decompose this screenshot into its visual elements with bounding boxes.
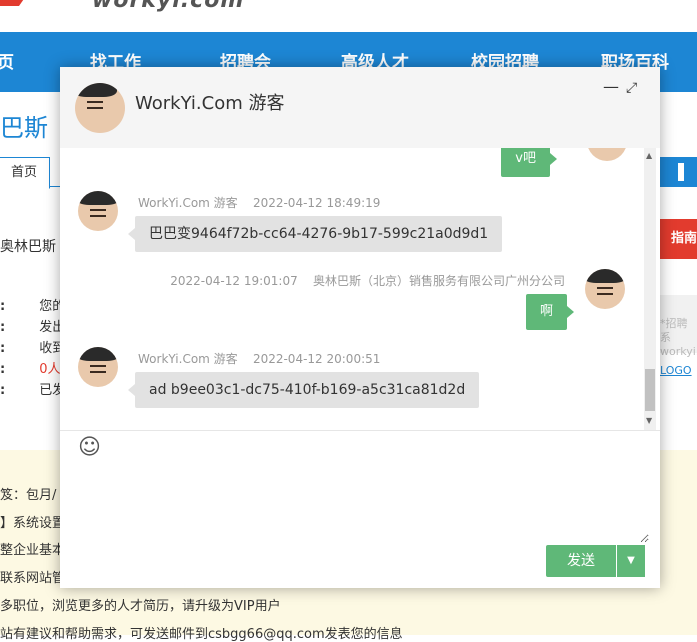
company-short-name: 奥林巴斯 [0, 239, 56, 255]
visitor-avatar [75, 83, 125, 133]
stats-row: : 发出 [0, 320, 66, 335]
notice-line: 】系统设置 [0, 516, 66, 531]
scroll-up-icon[interactable]: ▲ [646, 151, 652, 160]
message-bubble-left: ad b9ee03c1-dc75-410f-b169-a5c31ca81d2d [127, 372, 480, 408]
notice-line: 站有建议和帮助需求，可发送邮件到csbgg66@qq.com发表您的信息 [0, 627, 403, 642]
site-logo-text[interactable]: workyi.com [92, 0, 244, 13]
logo-link[interactable]: LOGO [660, 364, 697, 377]
stats-list: : 您的 : 发出 : 收到 :0人 : 已发 [0, 296, 65, 401]
notice-line: 联系网站管 [0, 571, 66, 586]
stats-row: : 您的 [0, 299, 66, 314]
message-meta: WorkYi.Com 游客 2022-04-12 20:00:51 [138, 352, 381, 366]
recruit-logo-box: *招聘系 workyi. [660, 295, 697, 358]
message-input[interactable] [75, 467, 649, 543]
dropdown-arrow-icon[interactable]: ▼ [616, 545, 645, 577]
site-header: workyi.com [0, 0, 697, 32]
chat-title: WorkYi.Com 游客 [135, 93, 285, 114]
visitor-avatar [78, 347, 118, 387]
message-bubble-right: v吧 [501, 148, 557, 177]
message-meta: 2022-04-12 19:01:07 奥林巴斯（北京）销售服务有限公司广州分公… [170, 274, 565, 288]
message-bubble-right: 啊 [525, 294, 575, 330]
tab-home[interactable]: 首页 [0, 157, 50, 189]
stats-row: :0人 [0, 362, 61, 377]
stats-row: : 收到 [0, 341, 66, 356]
message-bubble-left: 巴巴变9464f72b-cc64-4276-9b17-599c21a0d9d1 [127, 216, 503, 252]
notice-line: 笈：包月/ [0, 488, 57, 503]
chat-window: WorkYi.Com 游客 — ⤢ v吧 WorkYi.Com 游客 2022-… [60, 67, 660, 588]
emoji-icon[interactable]: ☺ [78, 435, 101, 460]
notice-line: 整企业基本 [0, 543, 66, 558]
maximize-icon[interactable]: ⤢ [626, 80, 637, 96]
message-meta: WorkYi.Com 游客 2022-04-12 18:49:19 [138, 196, 381, 210]
site-logo-mark [0, 0, 34, 6]
nav-item-home[interactable]: 页 [0, 48, 14, 73]
input-divider [60, 430, 660, 431]
company-avatar [585, 269, 625, 309]
message-list[interactable]: v吧 WorkYi.Com 游客 2022-04-12 18:49:19 巴巴变… [60, 148, 642, 430]
guide-button[interactable]: 指南>> [655, 219, 697, 286]
scroll-down-icon[interactable]: ▼ [646, 416, 652, 425]
chat-header[interactable]: WorkYi.Com 游客 — ⤢ [60, 67, 660, 148]
company-avatar [587, 148, 627, 161]
visitor-avatar [78, 191, 118, 231]
notice-line: 多职位，浏览更多的人才简历，请升级为VIP用户 [0, 599, 281, 614]
minimize-icon[interactable]: — [603, 77, 619, 96]
stats-row: : 已发 [0, 383, 66, 398]
side-tab-block[interactable] [660, 157, 697, 187]
send-button[interactable]: 发送 [546, 545, 616, 577]
scrollbar-thumb[interactable] [645, 369, 655, 411]
